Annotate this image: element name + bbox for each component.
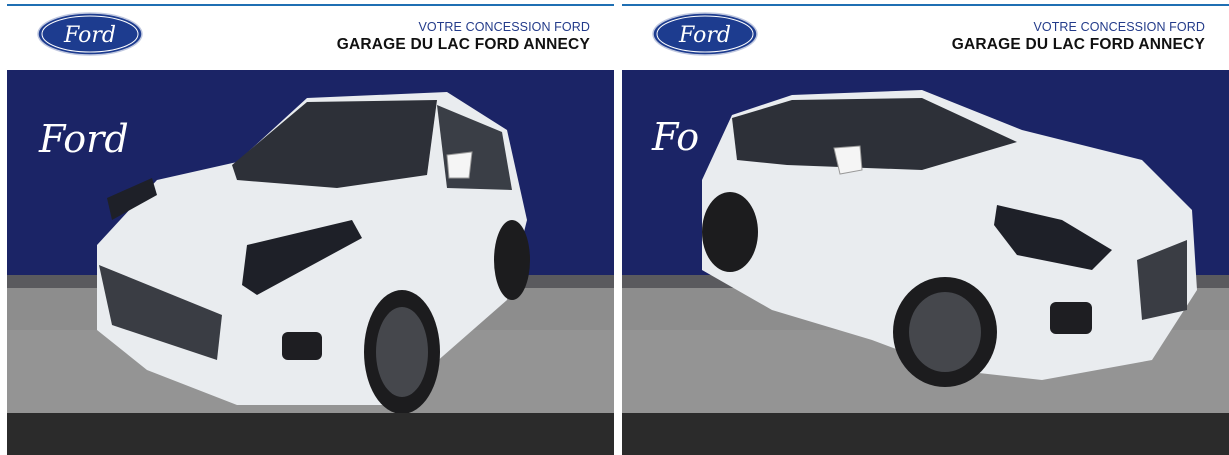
dealer-header: VOTRE CONCESSION FORD GARAGE DU LAC FORD… xyxy=(337,20,590,54)
photo-panel-2[interactable]: Ford VOTRE CONCESSION FORD GARAGE DU LAC… xyxy=(622,0,1229,455)
dealer-tagline: VOTRE CONCESSION FORD xyxy=(1033,20,1205,34)
svg-text:Ford: Ford xyxy=(63,23,116,48)
top-accent-line xyxy=(7,4,614,6)
dealer-name: GARAGE DU LAC FORD ANNECY xyxy=(336,36,590,53)
dealer-header: VOTRE CONCESSION FORD GARAGE DU LAC FORD… xyxy=(952,20,1205,54)
car-photo-front-left: Ford xyxy=(7,70,614,413)
photo-caption-bar xyxy=(622,413,1229,455)
top-accent-line xyxy=(622,4,1229,6)
dealer-name: GARAGE DU LAC FORD ANNECY xyxy=(951,36,1205,53)
wall-ford-script: Fo xyxy=(651,115,699,159)
ford-logo: Ford xyxy=(37,12,143,56)
wall-ford-script: Ford xyxy=(38,117,129,161)
svg-text:Ford: Ford xyxy=(678,23,731,48)
photo-caption-bar xyxy=(7,413,614,455)
ford-logo: Ford xyxy=(652,12,758,56)
car-photo-front-right: Fo xyxy=(622,70,1229,413)
photo-panel-1[interactable]: Ford VOTRE CONCESSION FORD GARAGE DU LAC… xyxy=(7,0,614,455)
dealer-tagline: VOTRE CONCESSION FORD xyxy=(418,20,590,34)
